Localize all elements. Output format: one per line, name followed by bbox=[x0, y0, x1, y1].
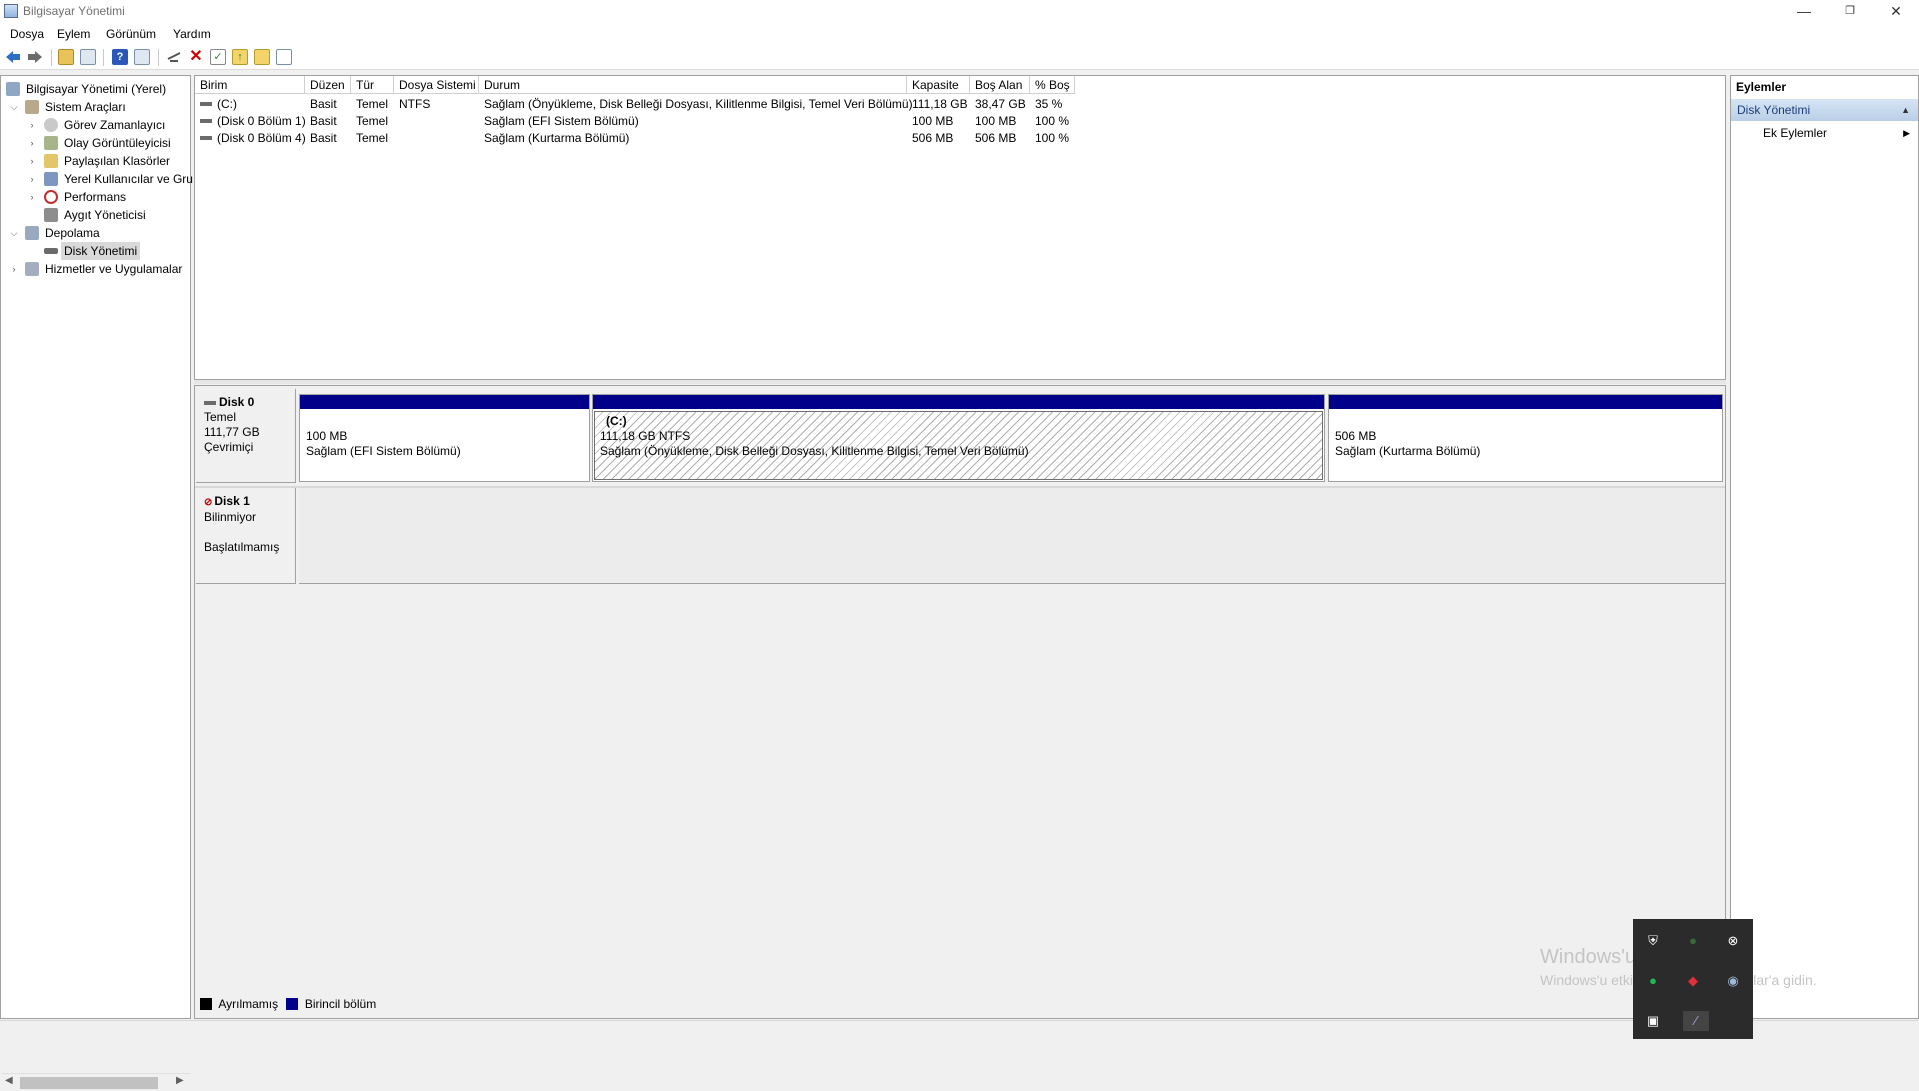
chevron-right-icon[interactable]: › bbox=[9, 260, 19, 278]
performance-icon bbox=[44, 190, 58, 204]
xbox-icon[interactable]: ⊗ bbox=[1723, 931, 1743, 951]
partition-c[interactable]: (C:) 111,18 GB NTFS Sağlam (Önyükleme, D… bbox=[592, 394, 1325, 482]
scroll-right-icon[interactable]: ▶ bbox=[176, 1075, 184, 1086]
storage-icon bbox=[25, 226, 39, 240]
computer-icon bbox=[6, 82, 20, 96]
back-arrow-icon[interactable] bbox=[5, 49, 21, 65]
window-title: Bilgisayar Yönetimi bbox=[23, 4, 125, 18]
event-viewer-icon bbox=[44, 136, 58, 150]
column-header-duzen[interactable]: Düzen bbox=[305, 76, 351, 94]
pen-icon[interactable]: ∕ bbox=[1683, 1011, 1709, 1031]
forward-arrow-icon[interactable] bbox=[27, 49, 43, 65]
steam-icon[interactable]: ◉ bbox=[1723, 971, 1743, 991]
properties-view-icon[interactable] bbox=[134, 49, 150, 65]
chevron-down-icon[interactable]: ⌵ bbox=[9, 98, 19, 116]
column-header-bos-alan[interactable]: Boş Alan bbox=[970, 76, 1030, 94]
toolbar-separator bbox=[158, 49, 159, 66]
security-shield-icon[interactable]: ⛨ bbox=[1643, 931, 1663, 951]
submenu-arrow-icon: ▶ bbox=[1903, 128, 1910, 138]
disk-0-label[interactable]: Disk 0 Temel 111,77 GB Çevrimiçi bbox=[196, 389, 296, 483]
actions-section-disk-management[interactable]: Disk Yönetimi ▲ bbox=[1731, 99, 1918, 121]
disk-1-label[interactable]: ⊘ Disk 1 Bilinmiyor Başlatılmamış bbox=[196, 488, 296, 584]
column-header-dosya-sistemi[interactable]: Dosya Sistemi bbox=[394, 76, 479, 94]
nvidia-icon[interactable]: ● bbox=[1683, 931, 1703, 951]
more-actions-item[interactable]: Ek Eylemler ▶ bbox=[1731, 122, 1918, 144]
menu-dosya[interactable]: Dosya bbox=[10, 27, 44, 41]
legend-swatch-unallocated bbox=[200, 997, 212, 1010]
drive-icon bbox=[200, 118, 212, 123]
tray-overflow-flyout: ⛨ ● ⊗ ● ◆ ◉ ▣ ∕ bbox=[1633, 919, 1753, 1039]
clock-icon bbox=[44, 118, 58, 132]
status-bar bbox=[0, 1020, 1919, 1039]
console-tree: Bilgisayar Yönetimi (Yerel) ⌵ Sistem Ara… bbox=[0, 75, 193, 1091]
close-button[interactable]: ✕ bbox=[1873, 0, 1919, 24]
export-icon[interactable]: ↑ bbox=[232, 49, 248, 65]
column-header-kapasite[interactable]: Kapasite bbox=[907, 76, 970, 94]
camera-icon[interactable]: ▣ bbox=[1643, 1011, 1663, 1031]
users-icon bbox=[44, 172, 58, 186]
search-folder-icon[interactable] bbox=[254, 49, 270, 65]
horizontal-scrollbar[interactable]: ◀ ▶ bbox=[2, 1073, 190, 1091]
console-tree-icon[interactable] bbox=[80, 49, 96, 65]
chevron-right-icon[interactable]: › bbox=[27, 152, 37, 170]
menu-bar: Dosya Eylem Görünüm Yardım bbox=[0, 24, 1919, 44]
actions-pane: Eylemler Disk Yönetimi ▲ Ek Eylemler ▶ bbox=[1730, 75, 1919, 1019]
shared-folder-icon bbox=[44, 154, 58, 168]
computer-management-icon bbox=[4, 4, 18, 18]
column-header-yuzde-bos[interactable]: % Boş bbox=[1030, 76, 1075, 94]
primary-partition-bar bbox=[300, 395, 589, 409]
menu-yardim[interactable]: Yardım bbox=[173, 27, 211, 41]
up-folder-icon[interactable] bbox=[58, 49, 74, 65]
menu-gorunum[interactable]: Görünüm bbox=[106, 27, 156, 41]
actions-header: Eylemler bbox=[1731, 76, 1918, 98]
disk-1-area[interactable] bbox=[299, 488, 1725, 584]
legend: Ayrılmamış Birincil bölüm bbox=[195, 994, 376, 1014]
scrollbar-thumb[interactable] bbox=[20, 1077, 158, 1089]
connect-icon[interactable] bbox=[166, 49, 182, 65]
drive-icon bbox=[200, 135, 212, 140]
delete-icon[interactable]: ✕ bbox=[188, 49, 204, 65]
device-manager-icon bbox=[44, 208, 58, 222]
partition-recovery[interactable]: 506 MB Sağlam (Kurtarma Bölümü) bbox=[1328, 394, 1723, 482]
chevron-right-icon[interactable]: › bbox=[27, 170, 37, 188]
restore-button[interactable]: ❐ bbox=[1827, 0, 1873, 24]
disk-icon bbox=[44, 248, 58, 254]
primary-partition-bar bbox=[1329, 395, 1722, 409]
volume-list: Birim Düzen Tür Dosya Sistemi Durum Kapa… bbox=[194, 75, 1726, 380]
drive-icon bbox=[200, 101, 212, 106]
disk-graphical-view: Disk 0 Temel 111,77 GB Çevrimiçi 100 MB … bbox=[194, 385, 1726, 1019]
check-icon[interactable]: ✓ bbox=[210, 49, 226, 65]
services-icon bbox=[25, 262, 39, 276]
chevron-right-icon[interactable]: › bbox=[27, 116, 37, 134]
spotify-icon[interactable]: ● bbox=[1643, 971, 1663, 991]
app-red-icon[interactable]: ◆ bbox=[1683, 971, 1703, 991]
legend-swatch-primary bbox=[286, 997, 299, 1010]
settings-list-icon[interactable] bbox=[276, 49, 292, 65]
chevron-right-icon[interactable]: › bbox=[27, 134, 37, 152]
disk-icon bbox=[204, 400, 216, 405]
column-header-durum[interactable]: Durum bbox=[479, 76, 907, 94]
toolbar-separator bbox=[103, 49, 104, 66]
chevron-down-icon[interactable]: ⌵ bbox=[9, 224, 19, 242]
pane-splitter[interactable] bbox=[194, 380, 1726, 384]
help-icon[interactable]: ? bbox=[112, 49, 128, 65]
partition-efi[interactable]: 100 MB Sağlam (EFI Sistem Bölümü) bbox=[299, 394, 590, 482]
title-bar: Bilgisayar Yönetimi — ❐ ✕ bbox=[0, 0, 1919, 24]
chevron-right-icon[interactable]: › bbox=[27, 188, 37, 206]
error-disk-icon: ⊘ bbox=[204, 497, 213, 508]
primary-partition-bar bbox=[593, 395, 1324, 409]
collapse-up-icon[interactable]: ▲ bbox=[1901, 99, 1910, 121]
column-header-tur[interactable]: Tür bbox=[351, 76, 394, 94]
minimize-button[interactable]: — bbox=[1781, 0, 1827, 24]
toolbar: ? ✕ ✓ ↑ bbox=[0, 44, 1919, 70]
menu-eylem[interactable]: Eylem bbox=[57, 27, 90, 41]
tools-icon bbox=[25, 100, 39, 114]
column-header-birim[interactable]: Birim bbox=[195, 76, 305, 94]
toolbar-separator bbox=[51, 49, 52, 66]
scroll-left-icon[interactable]: ◀ bbox=[5, 1075, 13, 1086]
